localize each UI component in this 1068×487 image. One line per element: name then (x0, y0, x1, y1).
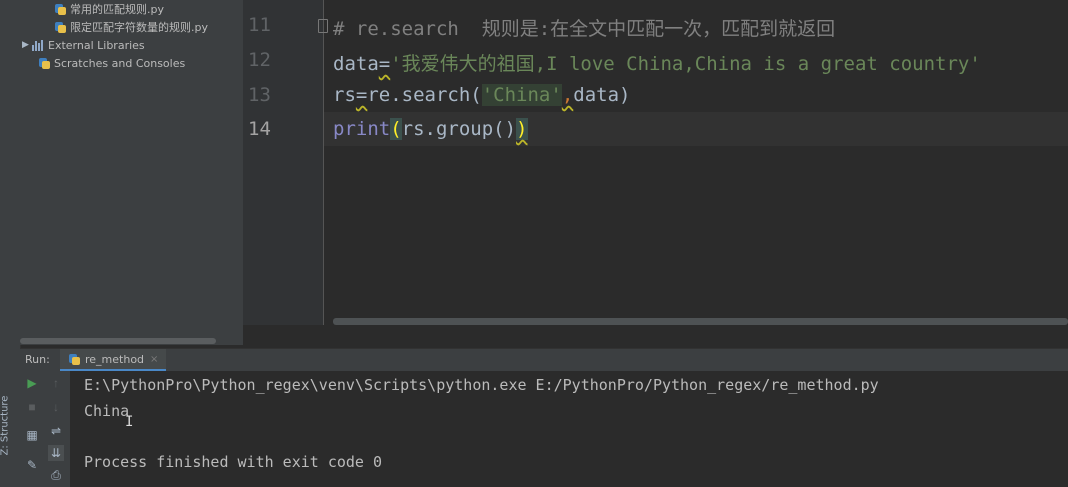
comment-text: # re.search 规则是:在全文中匹配一次，匹配到就返回 (333, 18, 836, 40)
rerun-icon[interactable]: ▶ (24, 375, 40, 391)
library-icon (32, 39, 44, 51)
tree-horizontal-scrollbar[interactable] (20, 338, 216, 344)
run-tab-label: re_method (85, 352, 145, 366)
structure-tool-tab[interactable]: Z: Structure (0, 390, 19, 470)
line-number: 12 (248, 49, 271, 71)
matched-brace: ( (390, 118, 402, 140)
tree-item-label: External Libraries (48, 38, 145, 52)
tree-item-quantifier-rules[interactable]: 限定匹配字符数量的规则.py (54, 18, 208, 36)
pin-icon[interactable]: ✎ (24, 457, 40, 473)
code-line-11: # re.search 规则是:在全文中匹配一次，匹配到就返回 (333, 14, 835, 41)
editor-bottom-area (243, 325, 1068, 345)
project-tree-panel: 常用的匹配规则.py 限定匹配字符数量的规则.py ▶ External Lib… (20, 0, 243, 345)
console-exit-line: Process finished with exit code 0 (84, 453, 383, 471)
tree-item-label: Scratches and Consoles (54, 56, 186, 70)
structure-tab-label: Z: Structure (0, 395, 11, 456)
soft-wrap-icon[interactable]: ⇌ (48, 423, 64, 439)
tree-item-label: 常用的匹配规则.py (70, 3, 164, 16)
print-icon[interactable]: ⎙ (48, 467, 64, 483)
call-expression: rs.group() (401, 118, 517, 140)
python-file-icon (54, 3, 66, 15)
tree-item-external-libraries[interactable]: ▶ External Libraries (22, 36, 145, 54)
run-label: Run: (25, 353, 50, 366)
string-literal: 'China' (481, 84, 562, 106)
close-icon[interactable]: × (150, 354, 158, 365)
line-number: 14 (248, 118, 271, 140)
python-file-icon (54, 21, 66, 33)
string-literal: '我爱伟大的祖国,I love China,China is a great c… (390, 53, 981, 75)
python-file-icon (68, 353, 80, 365)
tree-item-common-rules[interactable]: 常用的匹配规则.py (54, 0, 164, 18)
operator: = (378, 53, 391, 75)
call-argument: data) (573, 84, 631, 106)
left-tool-strip: Z: Structure (0, 0, 21, 487)
stop-icon[interactable]: ■ (24, 399, 40, 415)
editor-horizontal-scrollbar[interactable] (333, 318, 1068, 325)
code-line-13: rs=re.search('China',data) (333, 84, 630, 106)
builtin-function: print (333, 118, 391, 140)
line-number: 11 (248, 14, 271, 36)
run-panel-header: Run: re_method × (20, 348, 1068, 371)
comma: , (561, 84, 574, 106)
tree-item-label: 限定匹配字符数量的规则.py (70, 21, 208, 34)
console-command-line: E:\PythonPro\Python_regex\venv\Scripts\p… (84, 376, 879, 394)
arrow-down-icon[interactable]: ↓ (48, 399, 64, 415)
identifier: data (333, 53, 379, 75)
expand-arrow-icon[interactable]: ▶ (22, 40, 32, 50)
code-line-14: print(rs.group()) (333, 118, 528, 140)
matched-brace: ) (516, 118, 528, 140)
fold-marker-icon[interactable] (318, 19, 328, 33)
scratch-icon (38, 57, 50, 69)
code-line-12: data='我爱伟大的祖国,I love China,China is a gr… (333, 49, 981, 76)
layout-icon[interactable]: ▦ (24, 427, 40, 443)
line-number: 13 (248, 84, 271, 106)
run-tab-re-method[interactable]: re_method × (60, 349, 167, 371)
text-cursor-icon: I (125, 414, 134, 430)
identifier: rs (333, 84, 356, 106)
operator: = (355, 84, 368, 106)
run-toolbar: ▶ ↑ ■ ↓ ▦ ⇌ ⇊ ✎ ⎙ (20, 371, 70, 487)
console-result-line: China (84, 402, 130, 420)
arrow-up-icon[interactable]: ↑ (48, 375, 64, 391)
tree-item-scratches[interactable]: Scratches and Consoles (38, 54, 185, 72)
scroll-to-end-icon[interactable]: ⇊ (48, 445, 64, 461)
call-expression: re.search( (367, 84, 482, 106)
